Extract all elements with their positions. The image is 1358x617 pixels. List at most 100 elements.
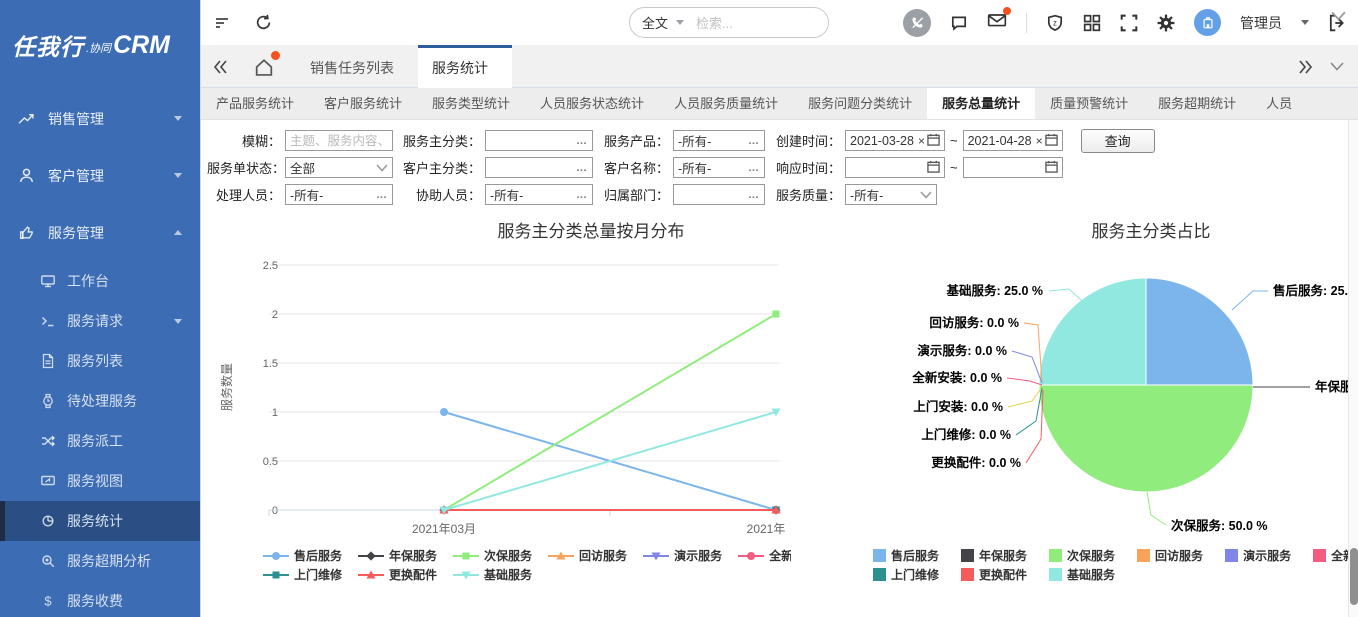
chat-icon[interactable]	[950, 14, 968, 32]
page-tab[interactable]: 销售任务列表	[296, 45, 418, 88]
tabs-scroll-right-icon[interactable]	[1297, 45, 1313, 88]
chevron-down-icon[interactable]	[1301, 20, 1309, 25]
global-search[interactable]: 全文 检索...	[629, 7, 829, 38]
home-icon[interactable]	[253, 45, 275, 88]
service-product-picker[interactable]: -所有-…	[673, 130, 765, 151]
picker-ellipsis-icon[interactable]: …	[576, 135, 588, 147]
sidebar-item[interactable]: 服务统计	[0, 501, 200, 541]
legend-item[interactable]: 基础服务	[453, 566, 532, 583]
legend-item[interactable]: 全新安装	[738, 547, 791, 564]
grid-apps-icon[interactable]	[1083, 14, 1101, 32]
create-time-from[interactable]: 2021-03-28×	[845, 130, 945, 151]
legend-item[interactable]: 上门维修	[873, 566, 939, 583]
fuzzy-input[interactable]	[285, 130, 393, 151]
sidebar-item[interactable]: 服务列表	[0, 341, 200, 381]
calendar-icon[interactable]	[927, 160, 940, 176]
subtab[interactable]: 服务总量统计	[927, 88, 1035, 120]
sidebar-item[interactable]: 待处理服务	[0, 381, 200, 421]
sidebar-section[interactable]: 销售管理	[0, 90, 200, 147]
shield-icon[interactable]: z	[1046, 14, 1064, 32]
sidebar-item[interactable]: 服务派工	[0, 421, 200, 461]
subtab[interactable]: 质量预警统计	[1035, 88, 1143, 120]
subtab[interactable]: 人员服务质量统计	[659, 88, 793, 120]
legend-item[interactable]: 年保服务	[358, 547, 437, 564]
fullscreen-icon[interactable]	[1120, 14, 1138, 32]
subtab-label: 客户服务统计	[324, 96, 402, 111]
page-tab[interactable]: 服务统计	[418, 45, 512, 88]
department-picker[interactable]: …	[673, 184, 765, 205]
divider	[1026, 13, 1027, 33]
assistant-picker[interactable]: -所有-…	[485, 184, 593, 205]
legend-item[interactable]: 售后服务	[263, 547, 342, 564]
main-area: 全文 检索... z	[200, 0, 1358, 617]
legend-item[interactable]: 回访服务	[1137, 547, 1203, 564]
legend-swatch	[1313, 549, 1326, 562]
vertical-scrollbar[interactable]	[1348, 120, 1358, 617]
sidebar-section[interactable]: 客户管理	[0, 147, 200, 204]
refresh-icon[interactable]	[255, 14, 272, 31]
query-button[interactable]: 查询	[1081, 129, 1155, 153]
subtab[interactable]: 服务类型统计	[417, 88, 525, 120]
mail-icon[interactable]	[987, 11, 1007, 34]
subtab[interactable]: 服务问题分类统计	[793, 88, 927, 120]
response-time-from[interactable]	[845, 157, 945, 178]
order-status-select[interactable]: 全部	[285, 157, 393, 178]
legend-item[interactable]: 次保服务	[1049, 547, 1115, 564]
search-input[interactable]: 检索...	[696, 13, 733, 32]
sidebar-item[interactable]: 服务超期分析	[0, 541, 200, 581]
subtab[interactable]: 产品服务统计	[201, 88, 309, 120]
sort-icon[interactable]	[215, 15, 231, 31]
create-time-to[interactable]: 2021-04-28×	[963, 130, 1063, 151]
sidebar-item[interactable]: 服务视图	[0, 461, 200, 501]
service-quality-select[interactable]: -所有-	[845, 184, 937, 205]
legend-item[interactable]: 次保服务	[453, 547, 532, 564]
picker-ellipsis-icon[interactable]: …	[576, 189, 588, 201]
scrollbar-thumb[interactable]	[1350, 548, 1358, 605]
legend-item[interactable]: 演示服务	[643, 547, 722, 564]
sidebar-item[interactable]: 服务请求	[0, 301, 200, 341]
customer-name-label: 客户名称：	[593, 158, 673, 177]
subtab[interactable]: 人员	[1251, 88, 1307, 120]
legend-item[interactable]: 上门维修	[263, 566, 342, 583]
tabs-scroll-left-icon[interactable]	[213, 45, 229, 88]
picker-ellipsis-icon[interactable]: …	[748, 135, 760, 147]
subtab[interactable]: 客户服务统计	[309, 88, 417, 120]
calendar-icon[interactable]	[927, 133, 940, 149]
picker-ellipsis-icon[interactable]: …	[748, 162, 760, 174]
subtab[interactable]: 服务超期统计	[1143, 88, 1251, 120]
response-time-to[interactable]	[963, 157, 1063, 178]
legend-item[interactable]: 更换配件	[961, 566, 1027, 583]
gear-icon[interactable]	[1157, 14, 1175, 32]
sidebar-section[interactable]: 服务管理	[0, 204, 200, 261]
tabs-menu-chevron-icon[interactable]	[1330, 45, 1344, 88]
svg-text:基础服务: 25.0 %: 基础服务: 25.0 %	[945, 283, 1043, 298]
legend-item[interactable]: 演示服务	[1225, 547, 1291, 564]
service-category-picker[interactable]: …	[485, 130, 593, 151]
customer-name-picker[interactable]: -所有-…	[673, 157, 765, 178]
subtabs-overflow-chevron-icon[interactable]	[1331, 8, 1346, 26]
calendar-icon[interactable]	[1045, 133, 1058, 149]
svg-text:次保服务: 50.0 %: 次保服务: 50.0 %	[1171, 518, 1268, 533]
search-scope[interactable]: 全文	[642, 13, 668, 32]
chevron-down-icon[interactable]	[676, 20, 684, 25]
legend-item[interactable]: 回访服务	[548, 547, 627, 564]
picker-ellipsis-icon[interactable]: …	[576, 162, 588, 174]
legend-item[interactable]: 基础服务	[1049, 566, 1115, 583]
user-avatar[interactable]	[1194, 9, 1221, 36]
user-name[interactable]: 管理员	[1240, 13, 1282, 33]
customer-category-picker[interactable]: …	[485, 157, 593, 178]
handler-picker[interactable]: -所有-…	[285, 184, 393, 205]
service-product-label: 服务产品：	[593, 131, 673, 150]
clear-icon[interactable]: ×	[1036, 134, 1043, 148]
phone-muted-icon[interactable]	[903, 9, 931, 37]
legend-item[interactable]: 售后服务	[873, 547, 939, 564]
calendar-icon[interactable]	[1045, 160, 1058, 176]
legend-item[interactable]: 年保服务	[961, 547, 1027, 564]
legend-item[interactable]: 更换配件	[358, 566, 437, 583]
picker-ellipsis-icon[interactable]: …	[376, 189, 388, 201]
clear-icon[interactable]: ×	[918, 134, 925, 148]
sidebar-item[interactable]: $ 服务收费	[0, 581, 200, 617]
picker-ellipsis-icon[interactable]: …	[748, 189, 760, 201]
subtab[interactable]: 人员服务状态统计	[525, 88, 659, 120]
sidebar-item[interactable]: 工作台	[0, 261, 200, 301]
